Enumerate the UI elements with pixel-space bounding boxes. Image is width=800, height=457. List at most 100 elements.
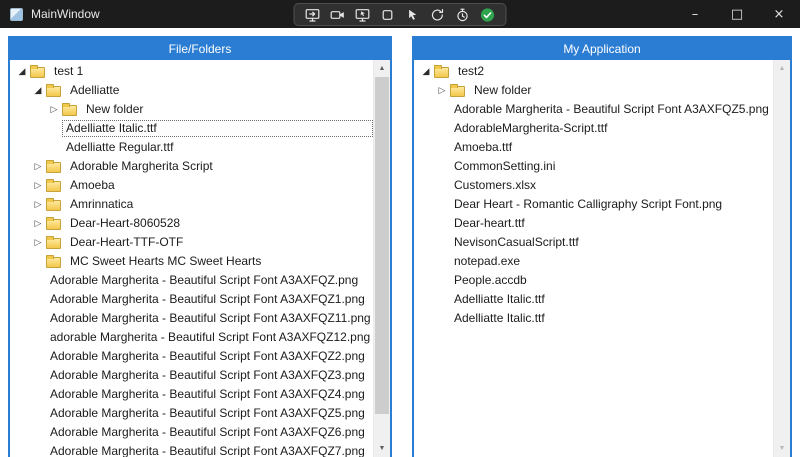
my-application-panel-body: ◢ test2▷ New folderAdorable Margherita - B… [414, 60, 790, 457]
tree-item[interactable]: ▷Adorable Margherita Script [10, 157, 373, 176]
tree-item-label: New folder [82, 101, 147, 118]
title-bar: MainWindow – □ × [0, 0, 800, 28]
tree-item-selected[interactable]: Adelliatte Italic.ttf [10, 119, 373, 138]
expander-collapsed-icon[interactable]: ▷ [46, 100, 62, 119]
tree-item-label: New folder [470, 82, 535, 99]
my-application-panel: My Application ◢test2▷New folderAdorable… [412, 36, 792, 457]
tree-item[interactable]: ▷ Amrinnatica [10, 195, 373, 214]
tree-item-label: Customers.xlsx [450, 177, 540, 194]
tree-item[interactable]: CommonSetting.ini [414, 157, 773, 176]
success-icon[interactable] [477, 5, 499, 24]
tree-item[interactable]: Adorable Margherita - Beautiful Script F… [414, 100, 773, 119]
tree-item[interactable]: adorable Margherita - Beautiful Script F… [10, 328, 373, 347]
folder-icon [450, 86, 465, 97]
tree-item[interactable]: NevisonCasualScript.ttf [414, 233, 773, 252]
tree-item[interactable]: Adorable Margherita - Beautiful Script F… [10, 442, 373, 457]
tree-item[interactable]: ▷ New folder [10, 100, 373, 119]
expander-expanded-icon[interactable]: ◢ [30, 81, 46, 100]
tree-item-label: Dear-Heart-TTF-OTF [66, 234, 187, 251]
window-title: MainWindow [31, 7, 100, 21]
scroll-down-icon[interactable]: ▼ [774, 441, 790, 456]
tree-item[interactable]: Adorable Margherita - Beautiful Script F… [10, 309, 373, 328]
folder-icon [46, 238, 61, 249]
tree-item-label: Adorable Margherita - Beautiful Script F… [46, 348, 369, 365]
tree-item[interactable]: People.accdb [414, 271, 773, 290]
tree-item[interactable]: MC Sweet Hearts MC Sweet Hearts [10, 252, 373, 271]
expander-collapsed-icon[interactable]: ▷ [30, 195, 46, 214]
tree-item-label: Adelliatte Italic.ttf [62, 120, 373, 137]
main-content: File/Folders ◢test 1◢Adelliatte▷New fold… [0, 28, 800, 457]
tree-item[interactable]: ◢test 1 [10, 62, 373, 81]
tree-item-label: Adorable Margherita - Beautiful Script F… [46, 310, 373, 327]
screen-share-icon[interactable] [302, 5, 324, 24]
tree-item[interactable]: Adorable Margherita - Beautiful Script F… [10, 366, 373, 385]
vertical-scrollbar[interactable]: ▲ ▼ [773, 60, 790, 457]
tree-item[interactable]: Adorable Margherita - Beautiful Script F… [10, 385, 373, 404]
tree-item[interactable]: ◢ test2 [414, 62, 773, 81]
scroll-down-icon[interactable]: ▼ [374, 441, 390, 456]
tree-item-label: Amrinnatica [66, 196, 137, 213]
tree-item[interactable]: Adorable Margherita - Beautiful Script F… [10, 290, 373, 309]
tree-item[interactable]: notepad.exe [414, 252, 773, 271]
expander-expanded-icon[interactable]: ◢ [14, 62, 30, 81]
folder-icon [434, 67, 449, 78]
app-icon [10, 8, 23, 21]
tree-item[interactable]: ▷ Dear-Heart-8060528 [10, 214, 373, 233]
scrollbar-thumb[interactable] [375, 77, 389, 414]
window-controls: – □ × [674, 0, 800, 28]
file-folders-panel-body: ◢test 1◢Adelliatte▷New folderAdelliatte … [10, 60, 390, 457]
maximize-button[interactable]: □ [716, 0, 758, 28]
tree-item-label: Adorable Margherita - Beautiful Script F… [46, 443, 369, 457]
tree-item[interactable]: Adelliatte Italic.ttf [414, 290, 773, 309]
tree-item-label: Adorable Margherita - Beautiful Script F… [46, 272, 362, 289]
tree-item[interactable]: Adelliatte Regular.ttf [10, 138, 373, 157]
expander-collapsed-icon[interactable]: ▷ [30, 214, 46, 233]
tree-item[interactable]: Adorable Margherita - Beautiful Script F… [10, 271, 373, 290]
expander-collapsed-icon[interactable]: ▷ [434, 81, 450, 100]
timer-icon[interactable] [452, 5, 474, 24]
scroll-up-icon[interactable]: ▲ [774, 61, 790, 76]
tree-item-label: Amoeba [66, 177, 119, 194]
tree-item-label: Dear-heart.ttf [450, 215, 529, 232]
tree-item[interactable]: Amoeba.ttf [414, 138, 773, 157]
expander-expanded-icon[interactable]: ◢ [418, 62, 434, 81]
close-button[interactable]: × [758, 0, 800, 28]
tree-item[interactable]: Customers.xlsx [414, 176, 773, 195]
tree-item[interactable]: ▷ Dear-Heart-TTF-OTF [10, 233, 373, 252]
tree-item[interactable]: Dear-heart.ttf [414, 214, 773, 233]
file-folders-panel-header: File/Folders [10, 38, 390, 60]
scroll-up-icon[interactable]: ▲ [374, 61, 390, 76]
tree-item-label: adorable Margherita - Beautiful Script F… [46, 329, 373, 346]
folder-icon [30, 67, 45, 78]
tree-item[interactable]: Dear Heart - Romantic Calligraphy Script… [414, 195, 773, 214]
screen-pointer-icon[interactable] [352, 5, 374, 24]
tree-item-label: Dear-Heart-8060528 [66, 215, 184, 232]
cursor-select-icon[interactable] [402, 5, 424, 24]
tree-item[interactable]: ▷ Amoeba [10, 176, 373, 195]
tree-item-label: People.accdb [450, 272, 531, 289]
minimize-button[interactable]: – [674, 0, 716, 28]
tree-item-label: Dear Heart - Romantic Calligraphy Script… [450, 196, 726, 213]
folder-icon [46, 257, 61, 268]
tree-item[interactable]: ▷ New folder [414, 81, 773, 100]
expander-collapsed-icon[interactable]: ▷ [30, 157, 46, 176]
folder-icon [46, 86, 61, 97]
tree-item[interactable]: ◢ Adelliatte [10, 81, 373, 100]
tree-item-label: Adelliatte [66, 82, 123, 99]
vertical-scrollbar[interactable]: ▲ ▼ [373, 60, 390, 457]
video-camera-icon[interactable] [327, 5, 349, 24]
expander-collapsed-icon[interactable]: ▷ [30, 233, 46, 252]
tree-item[interactable]: Adorable Margherita - Beautiful Script F… [10, 347, 373, 366]
tree-item-label: Adorable Margherita - Beautiful Script F… [46, 405, 369, 422]
tree-item[interactable]: Adorable Margherita - Beautiful Script F… [10, 423, 373, 442]
stop-icon[interactable] [377, 5, 399, 24]
tree-item-label: Adelliatte Italic.ttf [450, 291, 549, 308]
tree-item-label: test2 [454, 63, 488, 80]
tree-item-label: Adorable Margherita - Beautiful Script F… [46, 291, 369, 308]
tree-item[interactable]: Adorable Margherita - Beautiful Script F… [10, 404, 373, 423]
tree-item[interactable]: AdorableMargherita-Script.ttf [414, 119, 773, 138]
refresh-icon[interactable] [427, 5, 449, 24]
expander-collapsed-icon[interactable]: ▷ [30, 176, 46, 195]
tree-item[interactable]: Adelliatte Italic.ttf [414, 309, 773, 328]
file-folders-panel: File/Folders ◢test 1◢Adelliatte▷New fold… [8, 36, 392, 457]
